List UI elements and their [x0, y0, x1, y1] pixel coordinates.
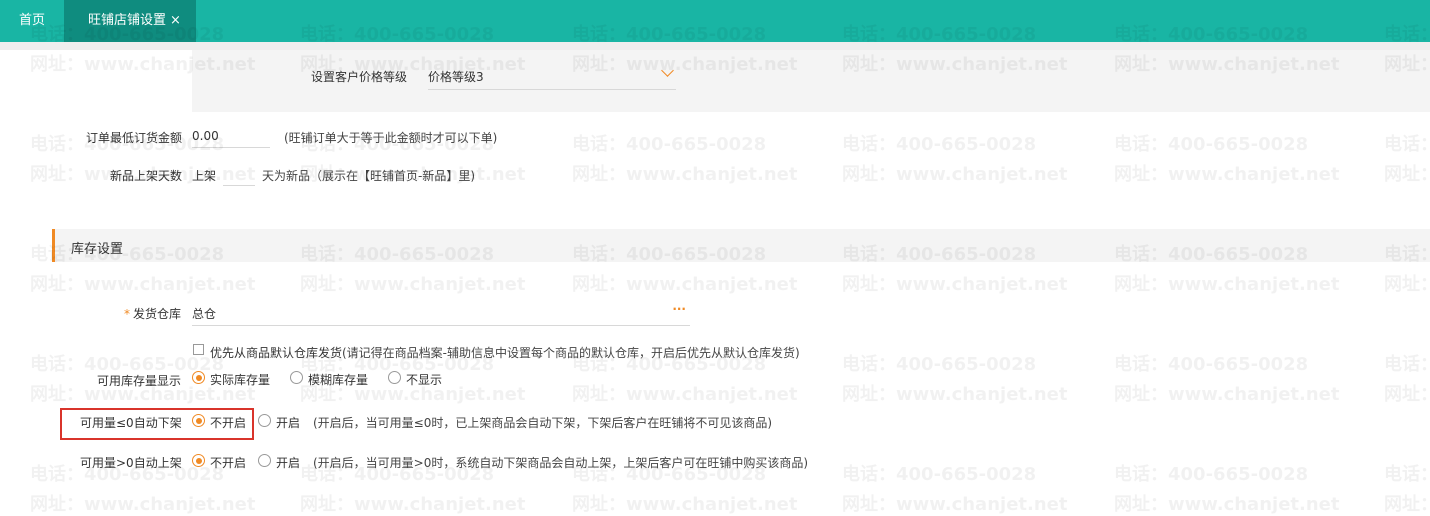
new-days-input[interactable] [223, 167, 255, 186]
watermark-text: 电话：400-665-0028 [1114, 464, 1309, 485]
auto-list-label: 可用量>0自动上架 [80, 456, 182, 470]
price-level-select[interactable]: 价格等级3 [428, 62, 676, 90]
auto-list-hint: (开启后，当可用量>0时，系统自动下架商品会自动上架，上架后客户可在旺铺中购买该… [313, 456, 809, 470]
watermark-text: 网址：www.chanjet.net [572, 494, 798, 515]
watermark-text: 网址：www.chanjet.net [300, 274, 526, 295]
inventory-section-header: 库存设置 [52, 229, 1430, 262]
chevron-down-icon [661, 64, 674, 77]
watermark-text: 电话：400-665-0028 [842, 464, 1037, 485]
new-days-suffix: 天为新品（展示在【旺铺首页-新品】里) [262, 169, 476, 183]
watermark-text: 电话：400-665-0028 [572, 134, 767, 155]
auto-delist-hint: (开启后，当可用量≤0时，已上架商品会自动下架，下架后客户在旺铺将不可见该商品) [313, 416, 773, 430]
stock-display-label: 可用库存量显示 [97, 374, 182, 388]
watermark-text: 电话：400-665-0028 [842, 134, 1037, 155]
min-order-input[interactable] [192, 129, 270, 148]
radio-hide-stock[interactable] [388, 371, 401, 384]
watermark-text: 网址：www.chanjet.net [300, 494, 526, 515]
radio-delist-off[interactable] [192, 414, 205, 427]
radio-list-on[interactable] [258, 454, 271, 467]
watermark-text: 电话：400-665-0028 [1114, 354, 1309, 375]
radio-list-off[interactable] [192, 454, 205, 467]
option-delist-off[interactable]: 不开启 [210, 414, 246, 431]
topbar-divider [0, 42, 1430, 50]
price-level-value: 价格等级3 [428, 70, 484, 84]
watermark-text: 网址：www.chanjet.net [1384, 274, 1430, 295]
watermark-text: 电话：400-665-0028 [1384, 464, 1430, 485]
watermark-text: 网址：www.chanjet.net [572, 164, 798, 185]
new-days-label: 新品上架天数 [110, 169, 183, 183]
watermark-text: 网址：www.chanjet.net [1114, 164, 1340, 185]
watermark-text: 网址：www.chanjet.net [572, 384, 798, 405]
warehouse-value: 总仓 [192, 307, 217, 321]
tab-label: 旺铺店铺设置 [88, 13, 167, 28]
section-accent-bar [52, 229, 55, 262]
watermark-text: 网址：www.chanjet.net [572, 274, 798, 295]
option-hide-stock[interactable]: 不显示 [406, 371, 442, 388]
warehouse-label-text: 发货仓库 [133, 307, 182, 321]
tab-wangpu-shop-settings[interactable]: 旺铺店铺设置 × [64, 0, 196, 42]
watermark-text: 网址：www.chanjet.net [1114, 494, 1340, 515]
radio-actual-stock[interactable] [192, 371, 205, 384]
watermark-text: 电话：400-665-0028 [1384, 354, 1430, 375]
warehouse-label: * 发货仓库 [124, 305, 181, 322]
option-list-on[interactable]: 开启 [276, 454, 300, 471]
top-tab-bar: 首页 旺铺店铺设置 × [0, 0, 1430, 42]
watermark-text: 电话：400-665-0028 [1114, 134, 1309, 155]
option-fuzzy-stock[interactable]: 模糊库存量 [308, 371, 368, 388]
price-level-label: 设置客户价格等级 [311, 70, 408, 84]
auto-delist-label: 可用量≤0自动下架 [80, 416, 182, 430]
default-warehouse-hint: (请记得在商品档案-辅助信息中设置每个商品的默认仓库，开启后优先从默认仓库发货) [342, 346, 800, 360]
min-order-label: 订单最低订货金额 [86, 131, 183, 145]
watermark-text: 网址：www.chanjet.net [1114, 274, 1340, 295]
watermark-text: 网址：www.chanjet.net [30, 274, 256, 295]
new-days-prefix: 上架 [192, 169, 217, 183]
watermark-text: 网址：www.chanjet.net [842, 274, 1068, 295]
watermark-text: 网址：www.chanjet.net [1114, 384, 1340, 405]
more-icon[interactable]: ··· [672, 302, 686, 316]
min-order-hint: (旺铺订单大于等于此金额时才可以下单) [284, 131, 498, 145]
default-warehouse-label: 优先从商品默认仓库发货 [210, 346, 343, 360]
default-warehouse-checkbox[interactable] [193, 344, 204, 355]
watermark-text: 网址：www.chanjet.net [1384, 164, 1430, 185]
option-actual-stock[interactable]: 实际库存量 [210, 371, 270, 388]
watermark-text: 电话：400-665-0028 [1384, 134, 1430, 155]
radio-fuzzy-stock[interactable] [290, 371, 303, 384]
watermark-text: 网址：www.chanjet.net [842, 164, 1068, 185]
watermark-text: 网址：www.chanjet.net [30, 494, 256, 515]
watermark-text: 网址：www.chanjet.net [1384, 494, 1430, 515]
warehouse-picker[interactable]: 总仓 ··· [192, 302, 690, 326]
watermark-text: 网址：www.chanjet.net [842, 384, 1068, 405]
watermark-text: 网址：www.chanjet.net [842, 494, 1068, 515]
option-list-off[interactable]: 不开启 [210, 454, 246, 471]
option-delist-on[interactable]: 开启 [276, 414, 300, 431]
section-title: 库存设置 [71, 242, 124, 257]
tab-home[interactable]: 首页 [0, 0, 64, 42]
watermark-text: 电话：400-665-0028 [842, 354, 1037, 375]
watermark-text: 网址：www.chanjet.net [1384, 384, 1430, 405]
required-mark: * [124, 307, 130, 321]
close-icon[interactable]: × [170, 13, 181, 28]
radio-delist-on[interactable] [258, 414, 271, 427]
